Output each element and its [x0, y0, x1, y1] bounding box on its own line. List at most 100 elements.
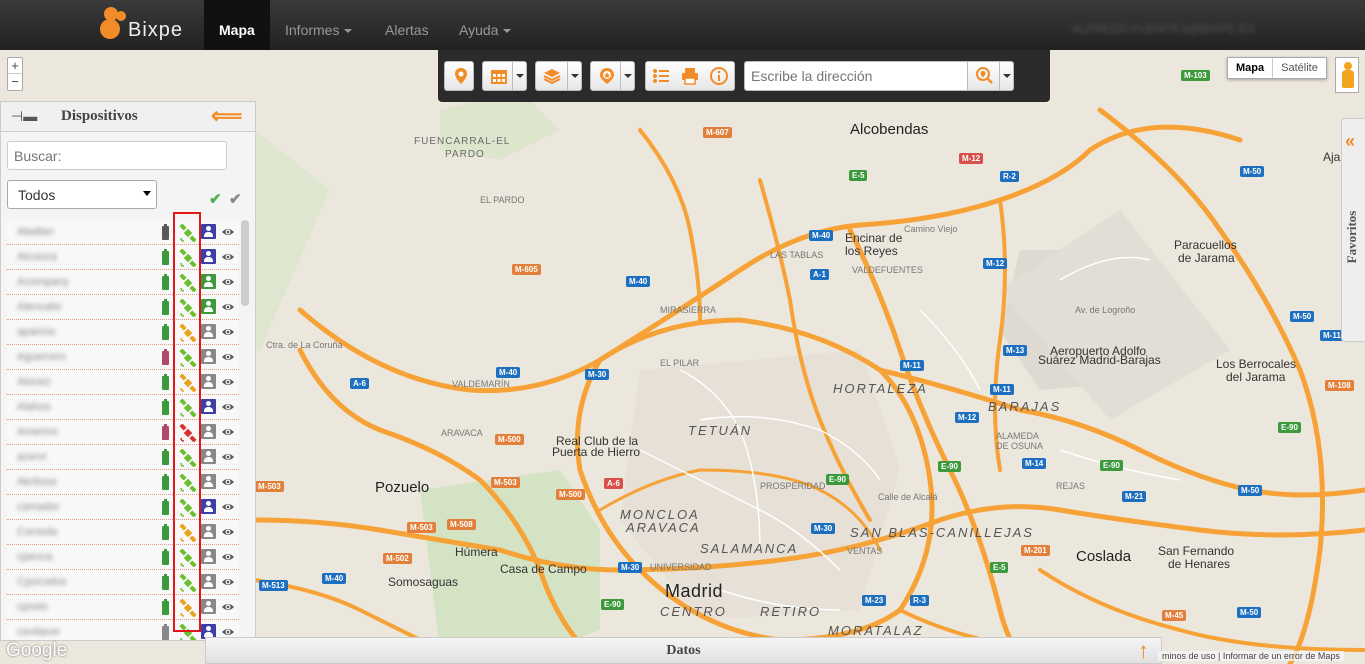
favorites-panel-tab[interactable]: « Favoritos [1341, 118, 1365, 342]
device-row[interactable]: Consola [7, 520, 239, 545]
user-icon[interactable] [201, 474, 216, 489]
user-icon[interactable] [201, 599, 216, 614]
user-icon[interactable] [201, 299, 216, 314]
eye-icon[interactable] [221, 225, 235, 239]
device-row[interactable]: cpenca [7, 545, 239, 570]
layers-button[interactable] [535, 61, 582, 91]
device-row[interactable]: Alcoiora [7, 245, 239, 270]
map-place-label: Húmera [455, 545, 498, 559]
eye-icon[interactable] [221, 325, 235, 339]
eye-icon[interactable] [221, 575, 235, 589]
user-icon[interactable] [201, 524, 216, 539]
eye-icon[interactable] [221, 425, 235, 439]
list-icon[interactable] [652, 67, 670, 85]
user-icon[interactable] [201, 399, 216, 414]
road-shield: M-30 [811, 523, 836, 534]
map-type-satellite-button[interactable]: Satélite [1273, 58, 1326, 78]
map-place-label: FUENCARRAL-EL [414, 136, 511, 147]
collapse-panel-icon[interactable]: ⟸ [211, 103, 242, 129]
road-shield: M-503 [255, 481, 284, 492]
eye-icon[interactable] [221, 525, 235, 539]
device-row[interactable]: Alonez [7, 370, 239, 395]
device-row[interactable]: Cporcelos [7, 570, 239, 595]
eye-icon[interactable] [221, 300, 235, 314]
nav-informes-label: Informes [285, 22, 340, 38]
eye-icon[interactable] [221, 375, 235, 389]
user-menu[interactable]: ALFREDO.FUENTES@BIXPE.ES [1072, 22, 1255, 36]
user-icon[interactable] [201, 549, 216, 564]
map-type-map-button[interactable]: Mapa [1228, 58, 1274, 78]
battery-icon [162, 574, 169, 590]
device-row[interactable]: Akrilosa [7, 470, 239, 495]
select-all-check-icon[interactable]: ✔ [209, 190, 222, 208]
info-icon[interactable] [710, 67, 728, 85]
eye-icon[interactable] [221, 450, 235, 464]
devices-panel: ⊣▬ Dispositivos ⟸ Todos ✔ ✔ Abellan Alcoi… [0, 101, 256, 641]
marker-button[interactable] [444, 61, 474, 91]
calendar-button[interactable] [482, 61, 527, 91]
eye-icon[interactable] [221, 550, 235, 564]
road-shield: E-90 [938, 461, 961, 472]
eye-icon[interactable] [221, 500, 235, 514]
zoom-out-button[interactable]: − [8, 74, 22, 90]
device-row[interactable]: Aguerrero [7, 345, 239, 370]
map-place-label: VALDEFUENTES [852, 265, 923, 275]
device-search-input[interactable] [7, 141, 227, 170]
favorites-label: Favoritos [1344, 210, 1359, 264]
user-icon[interactable] [201, 274, 216, 289]
user-icon[interactable] [201, 499, 216, 514]
address-search-input[interactable] [744, 61, 968, 91]
nav-ayuda[interactable]: Ayuda [444, 0, 526, 50]
favorite-place-button[interactable] [590, 61, 635, 91]
device-list-scrollbar[interactable] [241, 220, 249, 640]
deselect-all-check-icon[interactable]: ✔ [229, 190, 242, 208]
device-filter-select[interactable]: Todos [7, 180, 157, 209]
map-place-label: EL PILAR [660, 358, 700, 368]
eye-icon[interactable] [221, 600, 235, 614]
chevron-down-icon [620, 62, 634, 90]
user-icon[interactable] [201, 449, 216, 464]
locate-address-button[interactable] [967, 61, 1014, 91]
eye-icon[interactable] [221, 350, 235, 364]
device-row[interactable]: Alahos [7, 395, 239, 420]
report-error-link[interactable]: Informar de un error de Maps [1223, 651, 1340, 661]
road-shield: M-11 [990, 384, 1014, 395]
road-shield: M-502 [383, 553, 412, 564]
device-row[interactable]: aparicio [7, 320, 239, 345]
eye-icon[interactable] [221, 275, 235, 289]
eye-icon[interactable] [221, 475, 235, 489]
device-row[interactable]: Amerino [7, 420, 239, 445]
street-view-pegman-icon[interactable] [1335, 57, 1359, 93]
device-row[interactable]: camador [7, 495, 239, 520]
bixpe-logo[interactable]: Bixpe [100, 5, 190, 45]
nav-mapa[interactable]: Mapa [204, 0, 270, 50]
terms-link[interactable]: minos de uso [1162, 651, 1216, 661]
zoom-in-button[interactable]: + [8, 58, 22, 74]
user-icon[interactable] [201, 574, 216, 589]
data-panel-bar[interactable]: Datos ↑ [205, 637, 1162, 664]
arrow-up-icon[interactable]: ↑ [1138, 638, 1149, 664]
map-place-label: de Henares [1168, 557, 1231, 571]
eye-icon[interactable] [221, 250, 235, 264]
user-icon[interactable] [201, 349, 216, 364]
device-row[interactable]: Acompany [7, 270, 239, 295]
user-icon[interactable] [201, 224, 216, 239]
google-logo: Google [6, 640, 68, 661]
pin-icon[interactable]: ⊣▬ [11, 108, 37, 125]
user-icon[interactable] [201, 324, 216, 339]
scrollbar-thumb[interactable] [241, 220, 249, 306]
battery-icon [162, 324, 169, 340]
user-icon[interactable] [201, 424, 216, 439]
device-row[interactable]: cpreto [7, 595, 239, 620]
device-row[interactable]: acervi [7, 445, 239, 470]
device-row[interactable]: Alencalio [7, 295, 239, 320]
user-icon[interactable] [201, 374, 216, 389]
print-icon[interactable] [681, 67, 699, 85]
map-place-label: HORTALEZA [833, 381, 928, 396]
nav-alertas[interactable]: Alertas [370, 0, 444, 50]
map-place-label: VALDEMARÍN [452, 379, 510, 389]
device-row[interactable]: Abellan [7, 220, 239, 245]
eye-icon[interactable] [221, 400, 235, 414]
user-icon[interactable] [201, 249, 216, 264]
nav-informes[interactable]: Informes [270, 0, 367, 50]
